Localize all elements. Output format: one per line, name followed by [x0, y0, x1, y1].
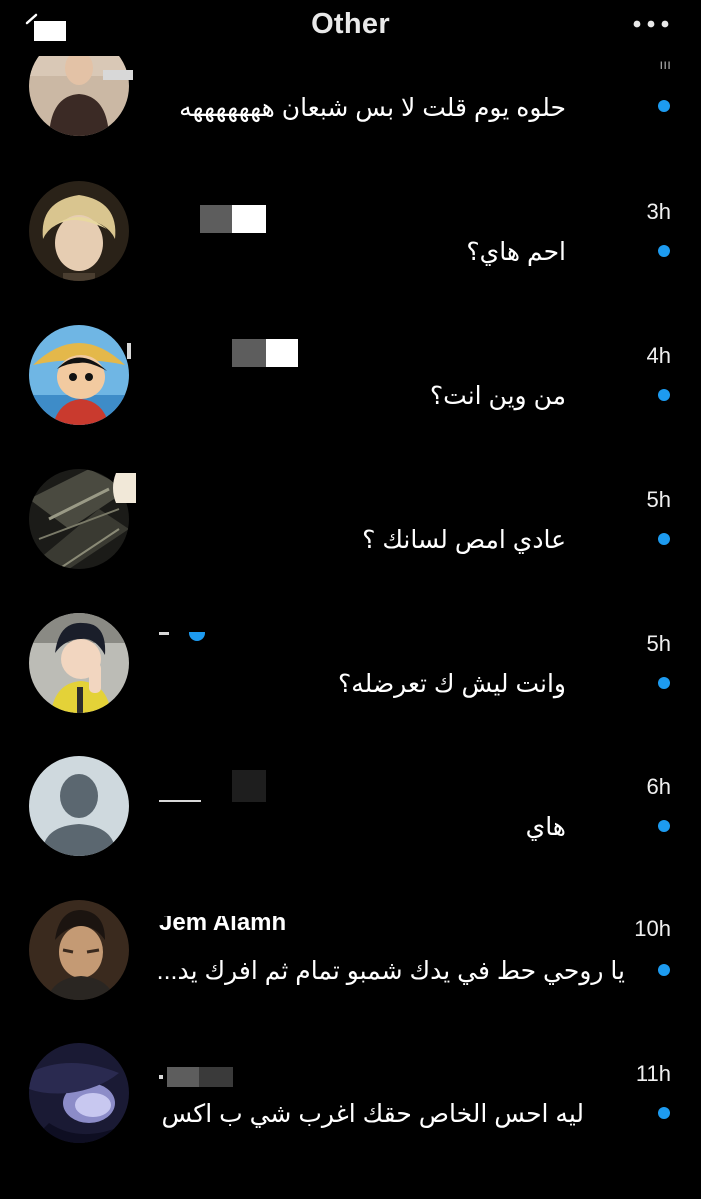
time-label: 4h [646, 343, 671, 368]
avatar[interactable] [29, 181, 129, 281]
name-redaction [159, 800, 201, 802]
message-preview: احم هاي؟ [466, 238, 566, 266]
message-preview: وانت ليش ك تعرضله؟ [338, 670, 566, 698]
unread-indicator [658, 677, 670, 689]
name-redaction [232, 339, 298, 367]
time-label: 5h [646, 631, 671, 656]
page-title: Other [311, 8, 390, 40]
unread-indicator [658, 964, 670, 976]
unread-indicator [658, 245, 670, 257]
unread-indicator [658, 820, 670, 832]
avatar[interactable] [29, 756, 129, 856]
conversation-row[interactable]: Jem Alamh 10h يا روحي حط في يدك شمبو تما… [0, 900, 701, 1044]
message-preview: ليه احس الخاص حقك اغرب شي ب اكس [161, 1100, 584, 1128]
message-preview: عادي امص لسانك ؟ [362, 526, 566, 554]
unread-indicator [658, 100, 670, 112]
avatar[interactable] [29, 900, 129, 1000]
conversation-row[interactable]: ııı حلوه يوم قلت لا بس شبعان هههههههه [0, 36, 701, 180]
name-redaction [127, 343, 131, 359]
sender-name: Jem Alamh [159, 916, 287, 936]
top-bar: Other [0, 0, 701, 56]
avatar[interactable] [29, 325, 129, 425]
time-label: ııı [659, 56, 671, 72]
time-label: 5h [646, 487, 671, 512]
unread-indicator [658, 389, 670, 401]
time-label: 10h [634, 916, 671, 941]
unread-indicator [658, 533, 670, 545]
conversation-row[interactable]: 3h احم هاي؟ [0, 181, 701, 325]
message-preview: هاي [525, 813, 566, 841]
conversation-row[interactable]: 5h عادي امص لسانك ؟ [0, 469, 701, 613]
name-redaction [159, 1067, 233, 1095]
name-redaction [232, 770, 266, 802]
conversation-row[interactable]: 6h هاي [0, 756, 701, 900]
time-label: 11h [635, 1061, 671, 1086]
time-label: 3h [646, 199, 671, 224]
avatar[interactable] [29, 613, 129, 713]
conversation-row[interactable]: 11h ليه احس الخاص حقك اغرب شي ب اكس [0, 1043, 701, 1187]
time-label: 6h [646, 774, 671, 799]
conversation-list: ııı حلوه يوم قلت لا بس شبعان هههههههه 3h… [0, 0, 701, 1199]
name-redaction [103, 70, 133, 80]
name-redaction [200, 205, 266, 233]
message-preview: من وين انت؟ [429, 382, 566, 410]
conversation-row[interactable]: 5h وانت ليش ك تعرضله؟ [0, 613, 701, 757]
more-icon[interactable] [631, 14, 671, 34]
avatar[interactable] [29, 1043, 129, 1143]
unread-indicator [658, 1107, 670, 1119]
message-preview: يا روحي حط في يدك شمبو تمام ثم افرك يد..… [156, 957, 625, 985]
name-redaction [113, 473, 136, 503]
name-redaction [159, 632, 205, 641]
conversation-row[interactable]: 4h من وين انت؟ [0, 325, 701, 469]
message-preview: حلوه يوم قلت لا بس شبعان هههههههه [179, 94, 566, 122]
